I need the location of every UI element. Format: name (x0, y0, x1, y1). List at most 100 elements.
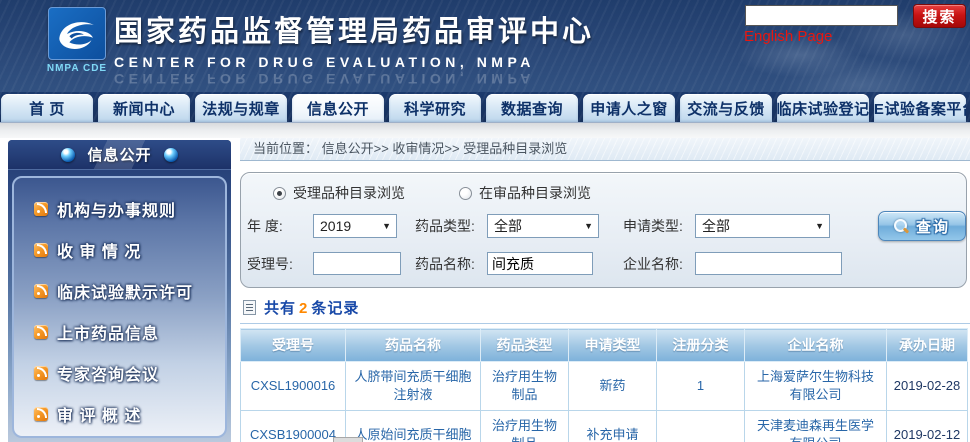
table-cell: 人原始间充质干细胞 (346, 411, 481, 442)
nav-tab-label: 申请人之窗 (590, 98, 668, 119)
column-header-1: 受理号 (241, 329, 346, 362)
nav-tab-1[interactable]: 首 页 (1, 94, 93, 122)
drug-type-label: 药品类型: (415, 216, 487, 236)
nav-tabs: 首 页 新闻中心法规与规章 信息公开 科学研究 数据查询 申请人之窗交流与反馈临床试验登记… (0, 92, 970, 122)
year-group: 年 度: 2019 ▼ (247, 214, 415, 238)
year-label: 年 度: (247, 216, 313, 236)
column-header-2: 药品名称 (346, 329, 481, 362)
search-input[interactable] (745, 5, 898, 26)
apply-type-select[interactable]: 全部 ▼ (695, 214, 830, 238)
drug-type-select[interactable]: 全部 ▼ (487, 214, 599, 238)
chevron-down-icon: ▼ (584, 221, 593, 231)
rss-icon (34, 284, 48, 298)
count-prefix: 共有 (264, 300, 296, 317)
column-header-4: 申请类型 (569, 329, 657, 362)
site-header: NMPA CDE 国家药品监督管理局药品审评中心 CENTER FOR DRUG… (0, 0, 970, 92)
record-count: 2 (296, 300, 311, 317)
nav-tab-label: 首 页 (29, 98, 65, 119)
sidebar-item-4[interactable]: 上市药品信息 (14, 311, 225, 352)
sidebar-item-label: 审 评 概 述 (57, 402, 141, 426)
nav-tab-label: 信息公开 (307, 98, 369, 119)
accepted-catalog-radio[interactable] (273, 187, 286, 200)
search-button[interactable]: 搜索 (913, 4, 966, 28)
nav-tab-5[interactable]: 科学研究 (389, 94, 481, 122)
table-cell: 治疗用生物制品 (481, 362, 569, 411)
table-cell: 新药 (569, 362, 657, 411)
nav-tab-label: 法规与规章 (202, 98, 280, 119)
nav-tab-8[interactable]: 交流与反馈 (680, 94, 772, 122)
page-body: 信息公开 机构与办事规则收 审 情 况临床试验默示许可上市药品信息专家咨询会议审… (0, 138, 970, 442)
sidebar-title: 信息公开 (87, 144, 151, 165)
apply-type-select-value: 全部 (702, 216, 730, 236)
table-cell: 补充申请 (569, 411, 657, 442)
under-review-catalog-radio-label[interactable]: 在审品种目录浏览 (479, 183, 591, 203)
sidebar-menu: 机构与办事规则收 审 情 况临床试验默示许可上市药品信息专家咨询会议审 评 概 … (12, 176, 227, 438)
logo-block[interactable]: NMPA CDE (46, 7, 108, 74)
swoosh-icon (54, 15, 100, 53)
query-button-label: 查询 (916, 216, 950, 237)
table-cell: 2019-02-12 (887, 411, 968, 442)
table-cell: CXSB1900004 (241, 411, 346, 442)
accepted-catalog-radio-label[interactable]: 受理品种目录浏览 (293, 183, 405, 203)
sidebar-item-1[interactable]: 机构与办事规则 (14, 188, 225, 229)
breadcrumb: 当前位置： 信息公开>> 收审情况>> 受理品种目录浏览 (240, 138, 970, 161)
table-cell: 人脐带间充质干细胞注射液 (346, 362, 481, 411)
table-cell: 2019-02-28 (887, 362, 968, 411)
nav-tab-label: 科学研究 (404, 98, 466, 119)
table-cell: CXSL1900016 (241, 362, 346, 411)
sidebar-header: 信息公开 (8, 140, 231, 170)
summary-divider (240, 323, 970, 324)
nav-tab-2[interactable]: 新闻中心 (98, 94, 190, 122)
sidebar-item-label: 收 审 情 况 (57, 238, 141, 262)
nav-tab-7[interactable]: 申请人之窗 (583, 94, 675, 122)
rss-icon (34, 325, 48, 339)
site-title-cn: 国家药品监督管理局药品审评中心 (114, 8, 594, 50)
logo-caption: NMPA CDE (46, 63, 108, 74)
apply-type-group: 申请类型: 全部 ▼ (623, 214, 860, 238)
filter-row-selects: 年 度: 2019 ▼ 药品类型: 全部 ▼ 申请类型: (247, 211, 966, 241)
count-suffix: 条记录 (311, 300, 359, 317)
acceptance-no-input[interactable] (313, 252, 401, 275)
table-cell: 天津麦迪森再生医学有限公司 (745, 411, 887, 442)
sidebar-item-6[interactable]: 审 评 概 述 (14, 393, 225, 434)
apply-type-label: 申请类型: (623, 216, 695, 236)
filter-panel: 受理品种目录浏览 在审品种目录浏览 年 度: 2019 ▼ 药品类型: 全部 (240, 172, 967, 288)
sidebar-item-label: 临床试验默示许可 (57, 279, 193, 303)
nav-tab-10[interactable]: BE试验备案平台 (874, 94, 966, 122)
drug-name-group: 药品名称: (415, 252, 623, 275)
rss-icon (34, 366, 48, 380)
nav-tab-3[interactable]: 法规与规章 (195, 94, 287, 122)
table-cell (657, 411, 745, 442)
table-row-1[interactable]: CXSL1900016人脐带间充质干细胞注射液治疗用生物制品新药1上海爱萨尔生物… (241, 362, 968, 411)
nav-tab-label: 数据查询 (501, 98, 563, 119)
nav-divider-strip (0, 122, 970, 138)
sidebar: 信息公开 机构与办事规则收 审 情 况临床试验默示许可上市药品信息专家咨询会议审… (8, 140, 231, 442)
title-block: 国家药品监督管理局药品审评中心 CENTER FOR DRUG EVALUATI… (114, 8, 594, 87)
english-page-link[interactable]: English Page (744, 28, 832, 45)
drug-name-label: 药品名称: (415, 254, 487, 274)
under-review-catalog-radio[interactable] (459, 187, 472, 200)
nav-tab-6[interactable]: 数据查询 (486, 94, 578, 122)
nav-tab-4[interactable]: 信息公开 (292, 94, 384, 122)
sidebar-item-3[interactable]: 临床试验默示许可 (14, 270, 225, 311)
year-select[interactable]: 2019 ▼ (313, 214, 397, 238)
chevron-down-icon: ▼ (815, 221, 824, 231)
sidebar-item-2[interactable]: 收 审 情 况 (14, 229, 225, 270)
nmpa-cde-logo-icon (48, 7, 106, 60)
nav-tab-label: BE试验备案平台 (874, 98, 966, 119)
sidebar-item-label: 机构与办事规则 (57, 197, 176, 221)
sphere-icon (164, 148, 178, 162)
site-title-en: CENTER FOR DRUG EVALUATION, NMPA (114, 54, 594, 70)
drug-type-select-value: 全部 (494, 216, 522, 236)
query-button[interactable]: 查询 (878, 211, 966, 241)
column-header-7: 承办日期 (887, 329, 968, 362)
drug-name-input[interactable] (487, 252, 593, 275)
pagination-partial[interactable] (333, 437, 363, 442)
result-summary-text: 共有2条记录 (264, 297, 359, 318)
rss-icon (34, 407, 48, 421)
nav-tab-9[interactable]: 临床试验登记 (777, 94, 869, 122)
results-table: 受理号药品名称药品类型申请类型注册分类企业名称承办日期 CXSL1900016人… (240, 328, 968, 442)
sidebar-item-5[interactable]: 专家咨询会议 (14, 352, 225, 393)
company-input[interactable] (695, 252, 842, 275)
table-cell: 上海爱萨尔生物科技有限公司 (745, 362, 887, 411)
